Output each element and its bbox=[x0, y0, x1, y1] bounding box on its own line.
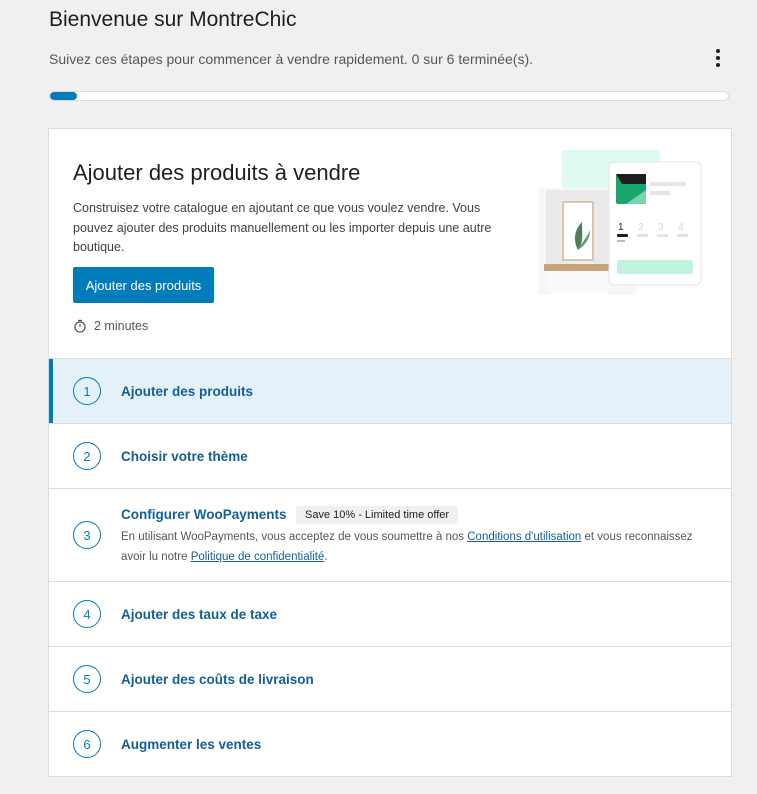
illustration-step-3: 3 bbox=[658, 222, 664, 233]
step-number: 2 bbox=[73, 442, 101, 470]
step-choose-theme[interactable]: 2 Choisir votre thème bbox=[49, 424, 731, 489]
task-steps: 1 Ajouter des produits 2 Choisir votre t… bbox=[49, 359, 731, 777]
illustration-step-4: 4 bbox=[678, 222, 684, 233]
step-number: 6 bbox=[73, 730, 101, 758]
step-number: 4 bbox=[73, 600, 101, 628]
step-number: 3 bbox=[73, 521, 101, 549]
privacy-policy-link[interactable]: Politique de confidentialité bbox=[191, 551, 325, 563]
task-list-card: Ajouter des produits à vendre Construise… bbox=[48, 128, 732, 777]
step-label: Ajouter des produits bbox=[121, 384, 254, 399]
task-description: Construisez votre catalogue en ajoutant … bbox=[73, 201, 492, 254]
note-text: . bbox=[324, 551, 328, 563]
step-number: 5 bbox=[73, 665, 101, 693]
illustration-step-1: 1 bbox=[618, 222, 624, 233]
note-text: En utilisant WooPayments, vous acceptez … bbox=[121, 531, 468, 543]
step-number: 1 bbox=[73, 377, 101, 405]
offer-badge: Save 10% - Limited time offer bbox=[296, 506, 459, 524]
task-hero: Ajouter des produits à vendre Construise… bbox=[49, 129, 731, 359]
add-products-button[interactable]: Ajouter des produits bbox=[73, 267, 214, 303]
terms-link[interactable]: Conditions d'utilisation bbox=[467, 531, 581, 543]
dot bbox=[716, 63, 720, 67]
step-note: En utilisant WooPayments, vous acceptez … bbox=[121, 527, 701, 567]
time-text: 2 minutes bbox=[94, 319, 149, 333]
step-label: Configurer WooPayments bbox=[121, 507, 287, 522]
progress-bar bbox=[49, 91, 729, 101]
step-label: Augmenter les ventes bbox=[121, 737, 262, 752]
step-label: Choisir votre thème bbox=[121, 449, 248, 464]
step-shipping-costs[interactable]: 5 Ajouter des coûts de livraison bbox=[49, 647, 731, 712]
page-subtitle: Suivez ces étapes pour commencer à vendr… bbox=[49, 51, 534, 67]
step-grow-sales[interactable]: 6 Augmenter les ventes bbox=[49, 712, 731, 777]
illustration-step-2: 2 bbox=[638, 222, 644, 233]
page-title: Bienvenue sur MontreChic bbox=[49, 8, 297, 31]
task-title: Ajouter des produits à vendre bbox=[73, 160, 361, 185]
step-tax-rates[interactable]: 4 Ajouter des taux de taxe bbox=[49, 582, 731, 647]
more-options-icon[interactable] bbox=[706, 46, 730, 70]
dot bbox=[716, 56, 720, 60]
timer-icon bbox=[74, 319, 86, 333]
time-estimate: 2 minutes bbox=[73, 319, 148, 333]
progress-fill bbox=[50, 92, 78, 100]
step-label: Ajouter des coûts de livraison bbox=[121, 672, 314, 687]
step-woopayments[interactable]: 3 Configurer WooPayments Save 10% - Limi… bbox=[49, 489, 731, 582]
products-illustration: 1 2 3 4 bbox=[538, 150, 702, 295]
step-label: Ajouter des taux de taxe bbox=[121, 607, 278, 622]
step-add-products[interactable]: 1 Ajouter des produits bbox=[49, 359, 731, 424]
dot bbox=[716, 49, 720, 53]
